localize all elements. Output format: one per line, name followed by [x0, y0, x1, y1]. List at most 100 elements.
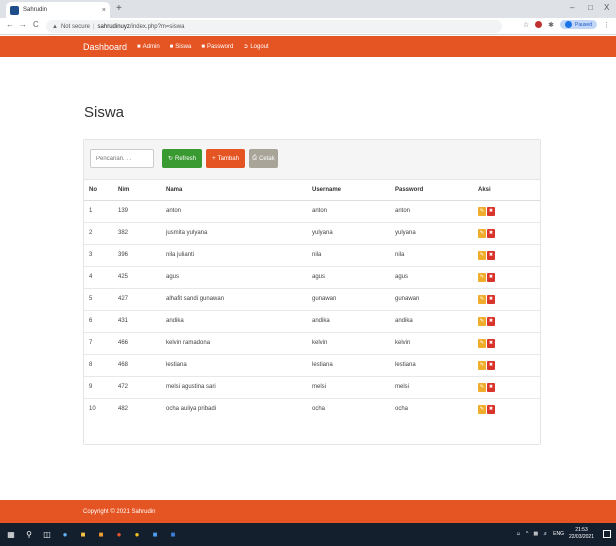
back-button[interactable]: ← [6, 20, 14, 29]
logout-icon: ➲ [243, 44, 249, 50]
table-row: 5 427 alhafit sandi gunawan gunawan gunawan ✎… [84, 287, 540, 310]
cell-aksi: ✎ ✖ [473, 397, 540, 420]
cell-nama: melsi agustina sari [161, 375, 307, 398]
cell-nim: 472 [113, 375, 161, 398]
cell-nama: anton [161, 199, 307, 222]
forward-button[interactable]: → [19, 20, 27, 29]
delete-icon[interactable]: ✖ [487, 228, 495, 238]
tray-arrow-icon[interactable]: ^ [526, 531, 528, 537]
delete-icon[interactable]: ✖ [487, 206, 495, 216]
cell-no: 5 [84, 287, 113, 310]
table-row: 6 431 andika andika andika ✎ ✖ [84, 309, 540, 332]
vscode-icon[interactable]: ■ [168, 529, 178, 539]
language-indicator[interactable]: ENG [553, 531, 564, 537]
clock-date: 22/03/2021 [568, 534, 594, 540]
app-navbar: Dashboard ■ Admin ■ Siswa ■ Password ➲ L… [0, 36, 616, 57]
add-button[interactable]: + Tambah [206, 149, 245, 168]
delete-icon[interactable]: ✖ [487, 272, 495, 282]
edit-icon[interactable]: ✎ [478, 272, 486, 282]
cell-no: 10 [84, 397, 113, 420]
file-explorer-icon[interactable]: ■ [78, 529, 88, 539]
edit-icon[interactable]: ✎ [478, 294, 486, 304]
tab-title: Sahrudin [23, 7, 48, 13]
cell-no: 6 [84, 309, 113, 332]
cell-username: melsi [307, 375, 390, 398]
cell-aksi: ✎ ✖ [473, 243, 540, 266]
row-actions: ✎ ✖ [478, 316, 540, 326]
delete-icon[interactable]: ✖ [487, 316, 495, 326]
site-favicon-icon [10, 5, 19, 15]
system-clock[interactable]: 21:53 22/03/2021 [569, 527, 594, 541]
tab-close-icon[interactable]: × [102, 7, 106, 14]
delete-icon[interactable]: ✖ [487, 382, 495, 392]
nav-item-label: Siswa [175, 43, 192, 50]
nav-item-logout[interactable]: ➲ Logout [243, 43, 268, 51]
edit-icon[interactable]: ✎ [478, 338, 486, 348]
cell-username: anton [307, 199, 390, 222]
nav-item-label: Password [206, 43, 234, 50]
profile-status-label: Paused [575, 21, 592, 28]
panel-toolbar: ↻ Refresh + Tambah ⎙ Cetak [84, 140, 540, 180]
app-icon[interactable]: ■ [96, 529, 106, 539]
cell-nama: ocha auliya pribadi [161, 397, 307, 420]
new-tab-button[interactable]: + [116, 2, 122, 16]
delete-icon[interactable]: ✖ [487, 250, 495, 260]
nav-brand-dashboard[interactable]: Dashboard [83, 42, 127, 52]
window-maximize-button[interactable]: □ [588, 3, 593, 12]
edit-icon[interactable]: ✎ [478, 360, 486, 370]
edit-icon[interactable]: ✎ [478, 316, 486, 326]
delete-icon[interactable]: ✖ [487, 338, 495, 348]
reload-button[interactable]: C [33, 20, 39, 29]
column-header-aksi: Aksi [473, 180, 540, 201]
windows-taskbar: ▦ ⚲ ◫ ● ■ ■ ● ● ■ ■ ☺ ^ ▩ ♬ ENG 21:53 22… [0, 523, 616, 546]
edit-icon[interactable]: ✎ [478, 228, 486, 238]
footer-copyright: Copyright © 2021 Sahrudin [83, 508, 156, 515]
browser-menu-icon[interactable]: ⋮ [603, 21, 610, 29]
cell-password: andika [390, 309, 473, 332]
clock-time: 21:53 [575, 527, 588, 533]
edit-icon[interactable]: ✎ [478, 404, 486, 414]
delete-icon[interactable]: ✖ [487, 360, 495, 370]
app-icon-2[interactable]: ■ [150, 529, 160, 539]
row-actions: ✎ ✖ [478, 272, 540, 282]
notification-icon[interactable] [603, 530, 611, 538]
firefox-icon[interactable]: ● [114, 529, 124, 539]
bookmark-star-icon[interactable]: ☆ [523, 21, 529, 29]
address-bar[interactable]: ▲ Not secure | sahrudinuyz /index.php?m=… [46, 20, 502, 33]
browser-tab[interactable]: Sahrudin × [6, 2, 110, 18]
refresh-button[interactable]: ↻ Refresh [162, 149, 202, 168]
url-path: /index.php?m=siswa [129, 23, 185, 30]
extensions-puzzle-icon[interactable]: ✱ [548, 21, 554, 29]
edit-icon[interactable]: ✎ [478, 382, 486, 392]
edit-icon[interactable]: ✎ [478, 206, 486, 216]
nav-item-admin[interactable]: ■ Admin [137, 44, 160, 50]
browser-app-icon[interactable]: ● [60, 529, 70, 539]
cell-aksi: ✎ ✖ [473, 353, 540, 376]
extension-icon[interactable] [535, 21, 543, 28]
task-view-icon[interactable]: ◫ [42, 529, 52, 539]
cell-nim: 382 [113, 221, 161, 244]
table-row: 8 468 lestiana lestiana lestiana ✎ ✖ [84, 353, 540, 376]
window-minimize-button[interactable]: – [570, 3, 574, 12]
table-row: 9 472 melsi agustina sari melsi melsi ✎ ✖ [84, 375, 540, 398]
cell-username: yulyana [307, 221, 390, 244]
security-label: Not secure [60, 23, 90, 30]
nav-item-siswa[interactable]: ■ Siswa [170, 44, 192, 50]
chrome-icon[interactable]: ● [132, 529, 142, 539]
volume-icon[interactable]: ♬ [543, 531, 548, 537]
profile-paused-button[interactable]: Paused [560, 20, 597, 29]
row-actions: ✎ ✖ [478, 338, 540, 348]
print-button[interactable]: ⎙ Cetak [249, 149, 278, 168]
search-input[interactable] [90, 149, 154, 168]
cell-username: ocha [307, 397, 390, 420]
people-icon[interactable]: ☺ [516, 531, 521, 537]
window-close-button[interactable]: X [604, 3, 609, 12]
edit-icon[interactable]: ✎ [478, 250, 486, 260]
nav-item-password[interactable]: ■ Password [201, 44, 233, 50]
delete-icon[interactable]: ✖ [487, 404, 495, 414]
windows-start-icon[interactable]: ▦ [6, 529, 16, 539]
delete-icon[interactable]: ✖ [487, 294, 495, 304]
browser-toolbar: ← → C ▲ Not secure | sahrudinuyz /index.… [0, 18, 616, 35]
network-icon[interactable]: ▩ [533, 531, 538, 537]
search-icon[interactable]: ⚲ [24, 529, 34, 539]
